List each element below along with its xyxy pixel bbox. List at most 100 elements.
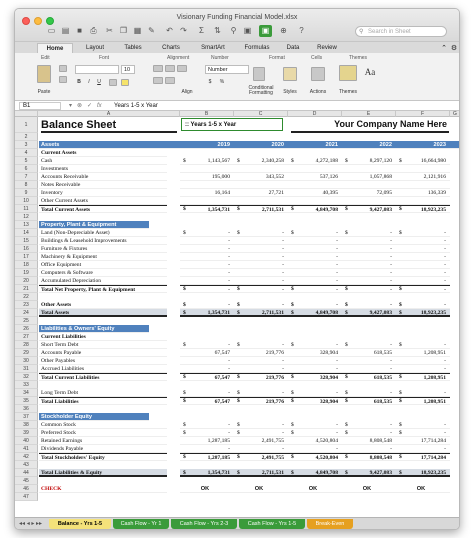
row-header[interactable]: 42: [15, 453, 38, 461]
row-header[interactable]: 39: [15, 429, 38, 437]
row-header[interactable]: 26: [15, 325, 38, 333]
percent-icon[interactable]: %: [217, 79, 227, 85]
clipboard-icon[interactable]: [37, 65, 51, 83]
value-cell[interactable]: -: [288, 301, 342, 309]
row-header[interactable]: 19: [15, 269, 38, 277]
value-cell[interactable]: -: [234, 389, 288, 397]
undo-icon[interactable]: ↶: [163, 25, 176, 37]
toolbox-icon[interactable]: ▣: [259, 25, 272, 37]
value-cell[interactable]: 8,808,548: [342, 453, 396, 461]
value-cell[interactable]: [396, 181, 450, 189]
value-cell[interactable]: 1,287,185: [180, 453, 234, 461]
indent-icon[interactable]: [153, 77, 163, 84]
row-label[interactable]: Short Term Debt: [39, 341, 167, 349]
value-cell[interactable]: -: [396, 277, 450, 285]
value-cell[interactable]: -: [180, 277, 234, 285]
value-cell[interactable]: -: [288, 277, 342, 285]
styles-icon[interactable]: [283, 67, 297, 81]
row-label[interactable]: Machinery & Equipment: [39, 253, 167, 261]
help-icon[interactable]: ?: [295, 25, 308, 37]
row-label[interactable]: Other Assets: [39, 301, 167, 309]
currency-icon[interactable]: $: [205, 79, 215, 85]
conditional-formatting-button[interactable]: Conditional Formatting: [243, 86, 279, 96]
value-cell[interactable]: -: [288, 285, 342, 293]
value-cell[interactable]: -: [342, 245, 396, 253]
value-cell[interactable]: [180, 197, 234, 205]
row-label[interactable]: Computers & Software: [39, 269, 167, 277]
value-cell[interactable]: 1,208,951: [396, 397, 450, 405]
new-doc-icon[interactable]: ▭: [45, 25, 58, 37]
row-label[interactable]: Total Assets: [39, 309, 167, 317]
value-cell[interactable]: -: [396, 229, 450, 237]
row-label[interactable]: Total Net Property, Plant & Equipment: [39, 285, 167, 293]
value-cell[interactable]: -: [180, 261, 234, 269]
value-cell[interactable]: 1,354,731: [180, 205, 234, 213]
row-header[interactable]: 36: [15, 405, 38, 413]
year-header[interactable]: 2023: [396, 141, 450, 149]
value-cell[interactable]: 67,547: [180, 373, 234, 381]
value-cell[interactable]: -: [396, 285, 450, 293]
value-cell[interactable]: 2,340,258: [234, 157, 288, 165]
value-cell[interactable]: 618,535: [342, 349, 396, 357]
value-cell[interactable]: 1,057,868: [342, 173, 396, 181]
theme-fonts-icon[interactable]: Aa: [363, 67, 377, 77]
value-cell[interactable]: -: [234, 421, 288, 429]
redo-icon[interactable]: ↷: [177, 25, 190, 37]
value-cell[interactable]: 537,126: [288, 173, 342, 181]
value-cell[interactable]: [234, 181, 288, 189]
themes-button[interactable]: Themes: [335, 89, 361, 95]
value-cell[interactable]: -: [180, 301, 234, 309]
value-cell[interactable]: [180, 181, 234, 189]
value-cell[interactable]: 18,923,235: [396, 205, 450, 213]
row-label[interactable]: Office Equipment: [39, 261, 167, 269]
year-header[interactable]: 2021: [288, 141, 342, 149]
value-cell[interactable]: [288, 181, 342, 189]
value-cell[interactable]: [180, 165, 234, 173]
styles-button[interactable]: Styles: [279, 89, 301, 95]
sort-icon[interactable]: ⇅: [211, 25, 224, 37]
cancel-formula-icon[interactable]: ⊗: [77, 101, 82, 111]
value-cell[interactable]: 67,547: [180, 397, 234, 405]
value-cell[interactable]: -: [234, 285, 288, 293]
year-header[interactable]: 2019: [180, 141, 234, 149]
value-cell[interactable]: 195,000: [180, 173, 234, 181]
value-cell[interactable]: -: [288, 365, 342, 373]
row-header[interactable]: 44: [15, 469, 38, 477]
value-cell[interactable]: -: [180, 253, 234, 261]
sheet-nav-arrows-icon[interactable]: ◂◂ ◂ ▸ ▸▸: [19, 520, 42, 527]
row-label[interactable]: Current Assets: [39, 149, 167, 157]
value-cell[interactable]: -: [396, 301, 450, 309]
row-label[interactable]: Other Payables: [39, 357, 167, 365]
value-cell[interactable]: 40,395: [288, 189, 342, 197]
conditional-formatting-icon[interactable]: [253, 67, 265, 81]
row-label[interactable]: Total Current Assets: [39, 205, 167, 213]
borders-icon[interactable]: [109, 79, 117, 86]
value-cell[interactable]: -: [396, 445, 450, 453]
value-cell[interactable]: 9,427,083: [342, 469, 396, 477]
fill-icon[interactable]: [59, 65, 67, 72]
value-cell[interactable]: 4,520,804: [288, 453, 342, 461]
zoom-icon[interactable]: ⊕: [277, 25, 290, 37]
value-cell[interactable]: -: [180, 445, 234, 453]
value-cell[interactable]: -: [342, 429, 396, 437]
row-header[interactable]: 13: [15, 221, 38, 229]
value-cell[interactable]: 4,849,708: [288, 309, 342, 317]
value-cell[interactable]: -: [180, 357, 234, 365]
value-cell[interactable]: OK: [342, 485, 396, 493]
value-cell[interactable]: 328,904: [288, 373, 342, 381]
year-header[interactable]: 2020: [234, 141, 288, 149]
value-cell[interactable]: -: [396, 365, 450, 373]
clear-icon[interactable]: [59, 76, 67, 83]
row-header[interactable]: 34: [15, 389, 38, 397]
row-header[interactable]: 21: [15, 285, 38, 293]
row-header[interactable]: 7: [15, 173, 38, 181]
row-header[interactable]: 38: [15, 421, 38, 429]
sheet-tab-5[interactable]: Break-Even: [307, 519, 353, 529]
gallery-icon[interactable]: ▣: [241, 25, 254, 37]
row-header[interactable]: 40: [15, 437, 38, 445]
value-cell[interactable]: 67,547: [180, 349, 234, 357]
value-cell[interactable]: -: [234, 229, 288, 237]
value-cell[interactable]: -: [234, 429, 288, 437]
value-cell[interactable]: OK: [288, 485, 342, 493]
row-header[interactable]: 20: [15, 277, 38, 285]
